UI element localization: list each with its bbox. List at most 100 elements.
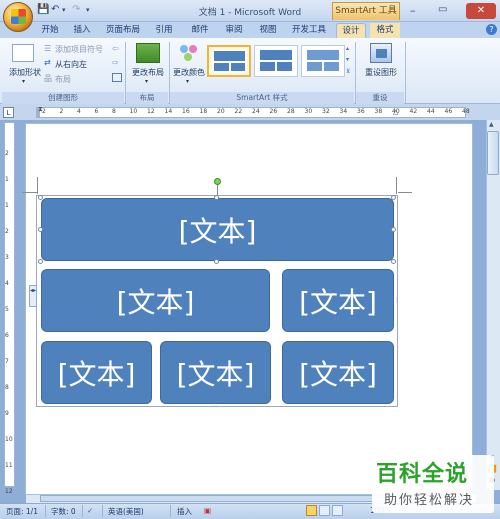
promote-icon[interactable]: ⇦ [112,44,119,53]
demote-icon[interactable]: ⇨ [112,58,119,67]
resize-handle[interactable] [391,195,396,200]
text-pane-icon[interactable] [112,73,122,82]
minimize-icon[interactable]: – [410,4,416,17]
crop-mark [22,192,37,193]
close-icon[interactable]: ✕ [466,3,496,19]
crop-mark [396,177,397,194]
language-indicator[interactable]: 英语(美国) [108,506,144,517]
ruler-number: 2 [5,228,9,235]
reset-graphic-button[interactable]: 重设图形 [362,67,400,78]
tab-view[interactable]: 视图 [254,23,282,38]
tab-references[interactable]: 引用 [150,23,178,38]
ruler-number: 12 [147,108,155,115]
smartart-node-bottom-middle[interactable]: [文本] [160,341,271,404]
ruler-number: 9 [5,410,9,417]
change-colors-dropdown-icon[interactable]: ▾ [186,78,189,85]
watermark-subtitle: 助你轻松解决 [384,493,475,508]
ruler-number: 20 [217,108,225,115]
ruler-number: 2 [42,108,46,115]
change-layout-dropdown-icon[interactable]: ▾ [145,78,148,85]
ruler-number: 4 [5,280,9,287]
layouts-group-label: 布局 [126,92,168,104]
right-to-left-icon: ⇄ [44,58,51,67]
tab-review[interactable]: 审阅 [220,23,248,38]
frame-grip-icon[interactable]: ⋮ [394,297,400,304]
tab-home[interactable]: 开始 [36,23,64,38]
ruler-number: 6 [5,332,9,339]
ruler-number: 7 [5,358,9,365]
office-button[interactable] [3,2,33,32]
rotate-handle[interactable] [214,178,221,185]
proofing-icon[interactable]: ✓ [87,506,93,515]
ruler-number: 1 [5,202,9,209]
tab-insert[interactable]: 插入 [68,23,96,38]
insert-mode[interactable]: 插入 [177,506,192,517]
smartart-node-bottom-right[interactable]: [文本] [282,341,394,404]
ruler-number: 10 [129,108,138,115]
change-colors-button[interactable]: 更改颜色 [172,67,206,78]
full-screen-view-icon[interactable] [319,505,330,516]
help-icon[interactable]: ? [486,24,497,35]
smartart-node-top[interactable]: [文本] [41,198,394,261]
gallery-more-icon[interactable]: ⊻ [346,68,350,75]
add-shape-dropdown-icon[interactable]: ▾ [22,78,25,85]
add-bullet-button[interactable]: 添加项目符号 [55,44,103,55]
tab-format[interactable]: 格式 [370,23,400,38]
resize-handle[interactable] [38,259,43,264]
scroll-up-icon[interactable]: ▲ [489,121,494,128]
ruler-number: 46 [444,108,453,115]
watermark-title: 百科全说 [376,462,469,487]
tab-design[interactable]: 设计 [336,23,366,38]
gallery-scroll-down-icon[interactable]: ▾ [346,56,349,63]
smartart-node-bottom-left[interactable]: [文本] [41,341,152,404]
ruler-number: 8 [112,108,116,115]
ruler-number: 38 [374,108,383,115]
resize-handle[interactable] [391,227,396,232]
style-thumbnail-1[interactable] [207,45,251,77]
page-count[interactable]: 页面: 1/1 [6,506,38,517]
resize-handle[interactable] [214,259,219,264]
ruler-number: 6 [94,108,99,115]
change-colors-icon[interactable] [178,43,200,63]
status-separator [45,505,46,517]
macro-record-icon[interactable]: ▣ [204,506,211,515]
tab-page-layout[interactable]: 页面布局 [103,23,143,38]
word-count[interactable]: 字数: 0 [51,506,76,517]
text-pane-toggle[interactable]: ◂▸ [29,285,37,307]
smartart-node-middle-left[interactable]: [文本] [41,269,270,332]
tab-selector[interactable]: L [3,107,14,118]
resize-handle[interactable] [38,195,43,200]
gallery-scroll-up-icon[interactable]: ▴ [346,45,349,52]
change-layout-icon[interactable] [136,43,160,63]
maximize-icon[interactable]: ▭ [438,4,447,15]
frame-grip-icon[interactable]: ⋯ [211,403,217,410]
tab-developer[interactable]: 开发工具 [289,23,329,38]
ruler-number: 18 [199,108,208,115]
ruler-number: 2 [5,150,9,157]
smartart-tools-label: SmartArt 工具 [332,2,400,20]
ruler-number: 24 [252,108,260,115]
style-thumbnail-2[interactable] [254,45,298,77]
reset-graphic-icon[interactable] [370,43,392,63]
web-view-icon[interactable] [332,505,343,516]
ruler-number: 30 [304,108,313,115]
layout-button[interactable]: 布局 [55,74,71,85]
status-separator [102,505,103,517]
ruler-number: 12 [5,488,13,495]
resize-handle[interactable] [214,195,219,200]
add-shape-icon[interactable] [12,44,34,62]
ruler-number: 36 [357,108,365,115]
change-layout-button[interactable]: 更改布局 [130,67,166,78]
style-thumbnail-3[interactable] [301,45,345,77]
tab-mailings[interactable]: 邮件 [186,23,214,38]
smartart-node-middle-right[interactable]: [文本] [282,269,394,332]
horizontal-ruler[interactable] [36,107,466,118]
vertical-scroll-thumb[interactable] [487,131,499,175]
vertical-scrollbar[interactable] [486,120,500,490]
right-to-left-button[interactable]: 从右向左 [55,59,87,70]
resize-handle[interactable] [391,259,396,264]
resize-handle[interactable] [38,227,43,232]
add-shape-button[interactable]: 添加形状 [6,67,44,78]
print-layout-view-icon[interactable] [306,505,317,516]
ruler-number: 11 [5,462,13,469]
